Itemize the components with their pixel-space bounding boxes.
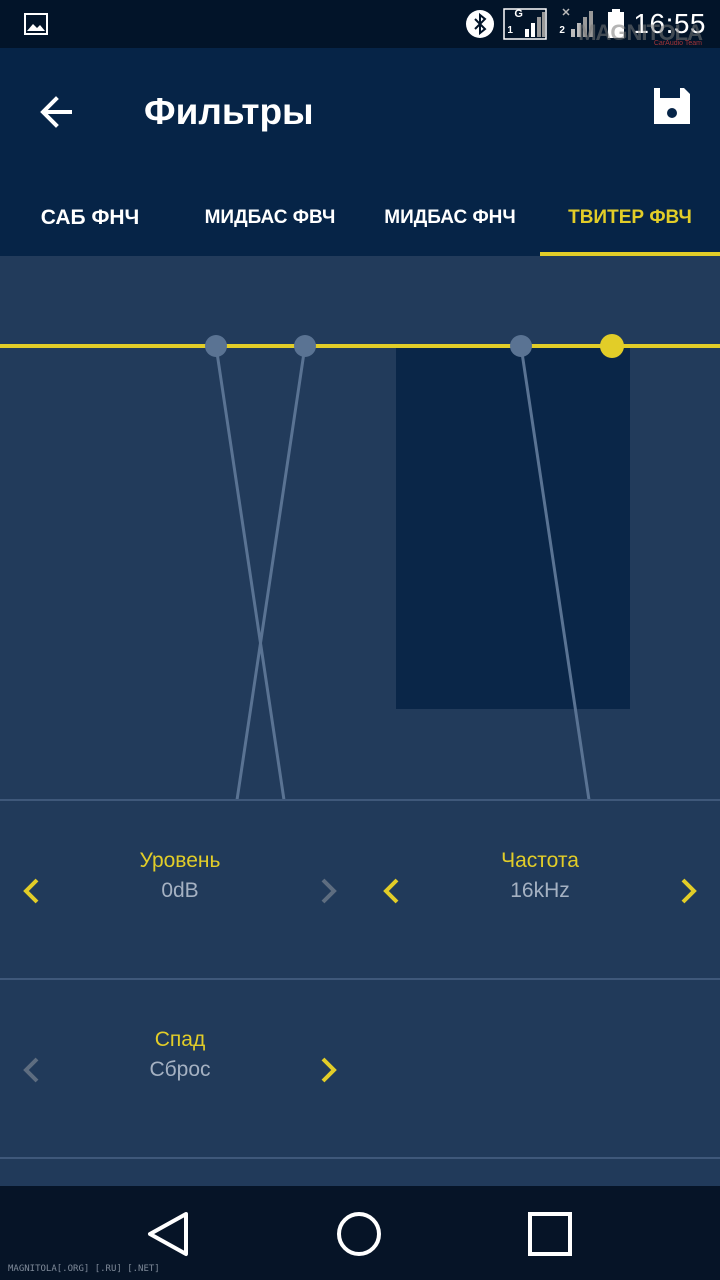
tweeter-hpf-handle[interactable] xyxy=(600,334,624,358)
tab-midbass-lpf[interactable]: МИДБАС ФНЧ xyxy=(360,180,540,256)
sim1-label: 1 xyxy=(507,25,513,36)
sim2-label: 2 xyxy=(559,25,565,36)
filter-graph-canvas xyxy=(0,334,720,800)
filter-tabs: САБ ФНЧ МИДБАС ФВЧ МИДБАС ФНЧ ТВИТЕР ФВЧ xyxy=(0,180,720,256)
footer-watermark: MAGNITOLA[.ORG] [.RU] [.NET] xyxy=(8,1264,160,1274)
save-icon[interactable] xyxy=(644,78,700,134)
level-control: Уровень 0dB xyxy=(0,801,360,979)
signal-icon: G 1 xyxy=(503,7,548,41)
sub-lpf-slope xyxy=(214,345,286,800)
gallery-icon xyxy=(24,13,48,35)
tab-sub-lpf[interactable]: САБ ФНЧ xyxy=(0,180,180,256)
bluetooth-icon xyxy=(466,10,495,38)
back-triangle-icon[interactable] xyxy=(140,1206,196,1262)
frequency-decrease-chevron-left-icon[interactable] xyxy=(372,871,412,911)
recents-square-icon[interactable] xyxy=(522,1206,578,1262)
frequency-control: Частота 16kHz xyxy=(360,801,720,979)
tweeter-band-highlight xyxy=(396,346,630,709)
level-label: Уровень xyxy=(139,849,221,872)
slope-value: Сброс xyxy=(149,1058,211,1081)
divider xyxy=(0,1157,720,1159)
frequency-increase-chevron-right-icon[interactable] xyxy=(668,871,708,911)
status-bar: G 1 2 16:55 MAGNITOLA CarAudio Team xyxy=(0,0,720,48)
home-circle-icon[interactable] xyxy=(331,1206,387,1262)
level-decrease-chevron-left-icon[interactable] xyxy=(12,871,52,911)
back-arrow-icon[interactable] xyxy=(30,86,82,138)
app-bar: Фильтры САБ ФНЧ МИДБАС ФВЧ МИДБАС ФНЧ ТВ… xyxy=(0,48,720,256)
level-value: 0dB xyxy=(161,879,199,902)
watermark-subtitle: CarAudio Team xyxy=(653,40,702,47)
slope-control: Спад Сброс xyxy=(0,980,360,1158)
midbass-lpf-handle[interactable] xyxy=(510,335,532,357)
frequency-label: Частота xyxy=(501,849,579,872)
level-increase-chevron-right-icon[interactable] xyxy=(308,871,348,911)
page-title: Фильтры xyxy=(144,91,314,132)
tab-tweeter-hpf[interactable]: ТВИТЕР ФВЧ xyxy=(540,180,720,256)
network-type-label: G xyxy=(514,8,523,20)
midbass-hpf-handle[interactable] xyxy=(294,335,316,357)
tab-midbass-hpf[interactable]: МИДБАС ФВЧ xyxy=(180,180,360,256)
system-nav-bar: MAGNITOLA[.ORG] [.RU] [.NET] xyxy=(0,1186,720,1280)
midbass-hpf-slope xyxy=(235,345,307,800)
slope-decrease-chevron-left-icon[interactable] xyxy=(12,1050,52,1090)
sub-lpf-handle[interactable] xyxy=(205,335,227,357)
frequency-value: 16kHz xyxy=(510,879,570,902)
slope-increase-chevron-right-icon[interactable] xyxy=(308,1050,348,1090)
filter-graph[interactable] xyxy=(0,256,720,800)
slope-label: Спад xyxy=(154,1028,206,1051)
